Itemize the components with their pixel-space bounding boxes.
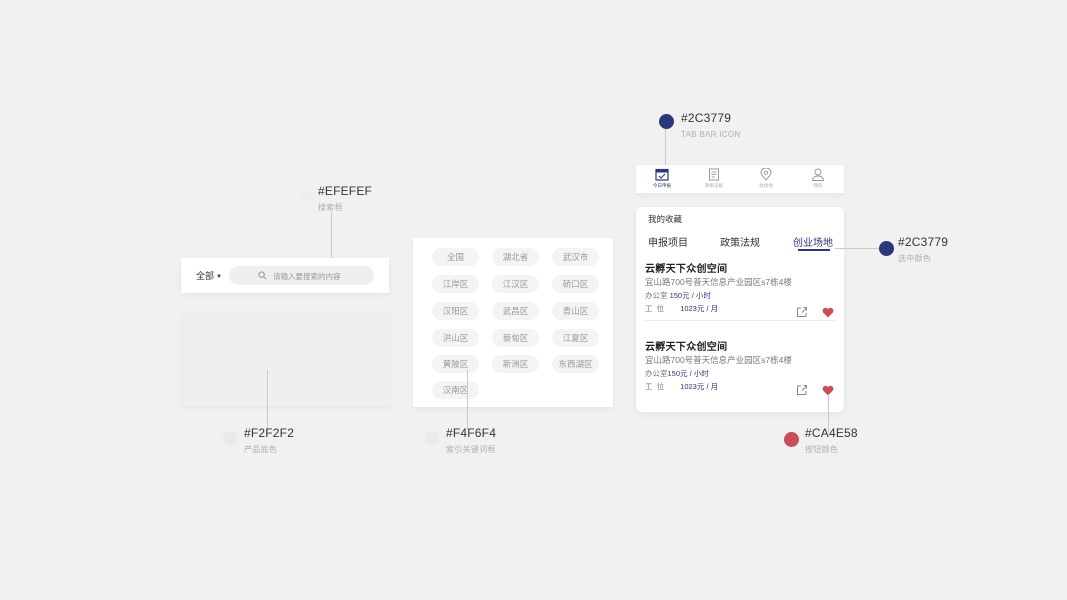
region-chip[interactable]: 汉阳区 xyxy=(432,302,479,320)
office-price: 150元 / 小时 xyxy=(669,291,711,300)
caption-product: 产品底色 xyxy=(244,445,278,454)
seat-label: 工 位 xyxy=(645,382,665,391)
region-chip[interactable]: 黄陂区 xyxy=(432,355,479,373)
swatch-ca4e58 xyxy=(784,432,799,447)
share-icon[interactable] xyxy=(796,306,808,318)
region-chip[interactable]: 汉南区 xyxy=(432,381,479,399)
favorites-title: 我的收藏 xyxy=(648,214,683,224)
caption-button: 按钮颜色 xyxy=(805,445,839,454)
region-chip[interactable]: 江夏区 xyxy=(552,329,599,347)
tab-policy[interactable]: 政策法规 xyxy=(699,168,729,189)
region-chip[interactable]: 湖北省 xyxy=(492,248,539,266)
tab-label: 今日申报 xyxy=(652,183,671,189)
hex-label-button: #CA4E58 xyxy=(805,426,858,440)
hex-label-search: #EFEFEF xyxy=(318,184,373,198)
caption-keyword: 索引关键词框 xyxy=(446,445,496,454)
office-price: 150元 / 小时 xyxy=(667,369,709,378)
tab-label: 我的 xyxy=(813,183,823,189)
region-chip[interactable]: 江汉区 xyxy=(492,275,539,293)
document-icon xyxy=(709,168,719,181)
venue-name[interactable]: 云孵天下众创空间 xyxy=(645,338,727,353)
product-background-panel xyxy=(182,310,390,406)
venue-address: 宜山路700号普天信息产业园区s7栋4楼 xyxy=(645,355,792,365)
heart-icon[interactable] xyxy=(822,307,834,318)
seat-price-row: 工 位 1023元 / 月 xyxy=(645,381,718,392)
region-chip[interactable]: 武昌区 xyxy=(492,302,539,320)
region-chip[interactable]: 全国 xyxy=(432,248,479,266)
tab-declare-projects[interactable]: 申报项目 xyxy=(648,234,688,249)
region-chip[interactable]: 武汉市 xyxy=(552,248,599,266)
region-chip[interactable]: 新洲区 xyxy=(492,355,539,373)
office-label: 办公室 xyxy=(645,291,670,300)
leader-line xyxy=(665,129,666,169)
region-filter-dropdown[interactable]: 全部 ▼ xyxy=(196,269,222,282)
item-divider xyxy=(645,320,835,321)
caret-down-icon: ▼ xyxy=(216,274,222,280)
tab-today-declare[interactable]: 今日申报 xyxy=(647,168,677,189)
region-chip[interactable]: 硚口区 xyxy=(552,275,599,293)
location-pin-icon xyxy=(760,168,772,181)
search-input[interactable]: 请输入要搜索的内容 xyxy=(229,266,374,285)
swatch-f2f2f2 xyxy=(223,431,237,445)
tab-find-venue[interactable]: 找场地 xyxy=(751,168,781,189)
region-keyword-panel: 全国 湖北省 武汉市 江岸区 江汉区 硚口区 汉阳区 武昌区 青山区 洪山区 蔡… xyxy=(413,238,613,407)
swatch-2c3779-selected xyxy=(879,241,894,256)
tab-label: 政策法规 xyxy=(704,183,723,189)
tab-mine[interactable]: 我的 xyxy=(803,168,833,189)
leader-line xyxy=(267,370,268,430)
region-chip[interactable]: 江岸区 xyxy=(432,275,479,293)
hex-label-keyword: #F4F6F4 xyxy=(446,426,497,440)
search-icon xyxy=(258,271,267,280)
leader-line xyxy=(467,370,468,430)
filter-label: 全部 xyxy=(196,271,215,281)
office-price-row: 办公室150元 / 小时 xyxy=(645,368,709,379)
region-chip[interactable]: 洪山区 xyxy=(432,329,479,347)
swatch-2c3779-tab xyxy=(659,114,674,129)
tab-startup-venues[interactable]: 创业场地 xyxy=(793,234,833,249)
hex-label-selected: #2C3779 xyxy=(898,235,949,249)
caption-tab: TAB BAR ICON xyxy=(681,130,741,139)
tab-label: 找场地 xyxy=(759,183,773,189)
venue-address: 宜山路700号普天信息产业园区s7栋4楼 xyxy=(645,277,792,287)
office-label: 办公室 xyxy=(645,369,668,378)
seat-price: 1023元 / 月 xyxy=(680,382,719,391)
search-placeholder: 请输入要搜索的内容 xyxy=(273,272,341,281)
calendar-icon xyxy=(655,168,669,181)
office-price-row: 办公室 150元 / 小时 xyxy=(645,290,711,301)
tab-policies[interactable]: 政策法规 xyxy=(720,234,760,249)
seat-label: 工 位 xyxy=(645,304,665,313)
region-chip[interactable]: 蔡甸区 xyxy=(492,329,539,347)
seat-price: 1023元 / 月 xyxy=(680,304,719,313)
seat-price-row: 工 位 1023元 / 月 xyxy=(645,303,718,314)
region-chip[interactable]: 东西湖区 xyxy=(552,355,599,373)
selected-tab-underline xyxy=(798,249,830,251)
venue-name[interactable]: 云孵天下众创空间 xyxy=(645,260,727,275)
search-bar: 全部 ▼ 请输入要搜索的内容 xyxy=(181,258,389,293)
swatch-f4f6f4 xyxy=(425,431,439,445)
leader-line xyxy=(835,248,881,249)
region-chip[interactable]: 青山区 xyxy=(552,302,599,320)
hex-label-tab: #2C3779 xyxy=(681,111,732,125)
swatch-efefef xyxy=(300,191,314,205)
share-icon[interactable] xyxy=(796,384,808,396)
user-icon xyxy=(811,168,825,181)
hex-label-product: #F2F2F2 xyxy=(244,426,295,440)
favorites-panel: 我的收藏 申报项目 政策法规 创业场地 云孵天下众创空间 宜山路700号普天信息… xyxy=(636,207,844,412)
tab-bar: 今日申报 政策法规 找场地 我的 xyxy=(636,165,844,193)
caption-selected: 选中颜色 xyxy=(898,254,932,263)
